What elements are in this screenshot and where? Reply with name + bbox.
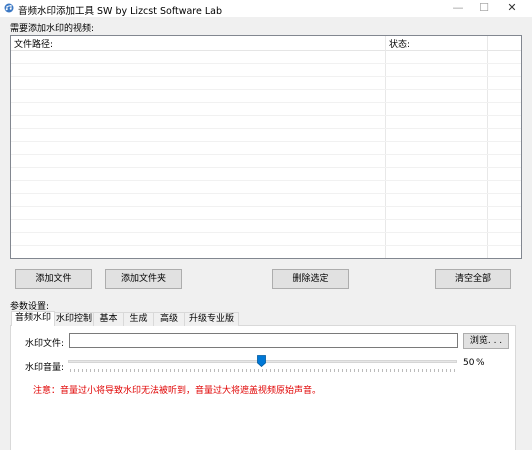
add-file-button[interactable]: 添加文件 [15, 269, 92, 289]
tab-basic[interactable]: 基本 [93, 312, 124, 326]
list-row-empty [11, 116, 521, 129]
list-row-empty [11, 64, 521, 77]
add-folder-button[interactable]: 添加文件夹 [105, 269, 182, 289]
window-edge [517, 325, 532, 450]
list-row-empty [11, 103, 521, 116]
list-row-empty [11, 168, 521, 181]
delete-selected-button[interactable]: 删除选定 [272, 269, 349, 289]
column-header-path[interactable]: 文件路径: [14, 37, 53, 50]
maximize-button[interactable]: ☐ [472, 0, 496, 17]
list-row-empty [11, 77, 521, 90]
window-title: 音频水印添加工具 SW by Lizcst Software Lab [18, 6, 223, 17]
list-row-empty [11, 194, 521, 207]
list-row-empty [11, 129, 521, 142]
tab-advanced[interactable]: 高级 [153, 312, 185, 326]
list-row-empty [11, 142, 521, 155]
tab-upgrade-pro[interactable]: 升级专业版 [184, 312, 239, 326]
list-row-empty [11, 51, 521, 64]
tab-generate[interactable]: 生成 [123, 312, 154, 326]
volume-label: 水印音量: [25, 363, 65, 373]
tab-watermark-control[interactable]: 水印控制 [54, 312, 94, 326]
volume-slider-ticks [70, 369, 456, 372]
title-bar: 音频水印添加工具 SW by Lizcst Software Lab — ☐ ✕ [0, 0, 532, 17]
minimize-button[interactable]: — [446, 0, 470, 17]
watermark-file-label: 水印文件: [25, 339, 65, 349]
list-row-empty [11, 155, 521, 168]
list-rows [11, 51, 521, 258]
browse-button[interactable]: 浏览. . . [463, 333, 509, 349]
list-row-empty [11, 181, 521, 194]
column-header-status[interactable]: 状态: [389, 37, 410, 50]
list-row-empty [11, 207, 521, 220]
volume-value: 50 [463, 358, 475, 368]
list-row-empty [11, 233, 521, 246]
tab-audio-watermark[interactable]: 音频水印 [11, 311, 55, 326]
close-button[interactable]: ✕ [500, 0, 524, 17]
volume-warning-note: 注意：音量过小将导致水印无法被听到，音量过大将遮盖视频原始声音。 [33, 386, 322, 396]
list-header: 文件路径: 状态: [11, 36, 521, 51]
list-row-empty [11, 90, 521, 103]
volume-unit: % [476, 358, 485, 368]
app-icon [4, 3, 14, 13]
list-row-empty [11, 220, 521, 233]
volume-slider-thumb[interactable] [257, 355, 266, 367]
video-list[interactable]: 文件路径: 状态: [10, 35, 522, 259]
watermark-file-input[interactable] [69, 333, 458, 348]
list-row-empty [11, 246, 521, 258]
video-list-label: 需要添加水印的视频: [10, 24, 95, 34]
clear-all-button[interactable]: 清空全部 [435, 269, 511, 289]
